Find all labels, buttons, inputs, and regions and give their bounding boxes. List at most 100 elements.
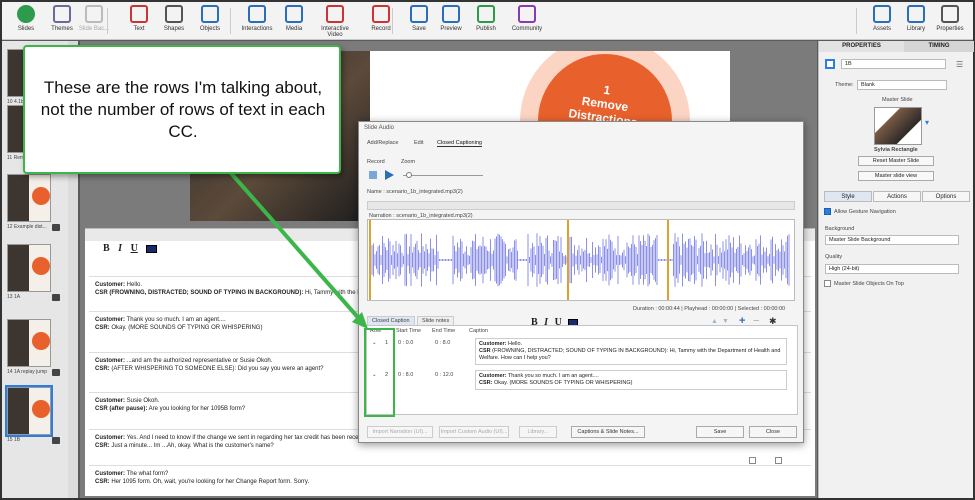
toolbar-interactive-video-button[interactable]: Interactive Video bbox=[313, 5, 357, 38]
allow-gesture-checkbox[interactable] bbox=[824, 208, 831, 215]
slide-audio-icon bbox=[52, 369, 60, 376]
thumb-disc bbox=[32, 187, 50, 205]
waveform[interactable] bbox=[367, 219, 795, 301]
annotation-text: These are the rows I'm talking about, no… bbox=[40, 78, 326, 141]
caption-end-time[interactable]: 0 : 12.0 bbox=[435, 372, 453, 378]
caption-text-field[interactable]: Customer: Thank you so much. I am an age… bbox=[475, 370, 787, 390]
record-label: Record bbox=[367, 159, 385, 165]
dialog-button-6[interactable]: Close bbox=[749, 426, 797, 438]
properties-panel: PROPERTIES TIMING 1B ☰ Theme: Blank Mast… bbox=[818, 41, 974, 498]
master-slide-view-button[interactable]: Master slide view bbox=[858, 171, 934, 181]
toolbar-community-button[interactable]: Community bbox=[505, 5, 549, 32]
annotation-callout: These are the rows I'm talking about, no… bbox=[23, 45, 341, 174]
caption-table: Row Start Time End Time Caption ⌄ 1 0 : 0.0 0 :… bbox=[366, 325, 798, 415]
bold-button[interactable]: B bbox=[103, 243, 110, 254]
move-up-icon[interactable]: ▲ bbox=[711, 318, 718, 325]
panel-menu-icon[interactable]: ☰ bbox=[956, 60, 963, 69]
slide-audio-icon bbox=[52, 294, 60, 301]
toolbar-label: Community bbox=[511, 26, 543, 32]
notes-speaker: Customer: bbox=[95, 358, 126, 364]
notes-color-swatch[interactable] bbox=[146, 244, 158, 253]
timeline-ruler[interactable] bbox=[367, 201, 795, 210]
style-tab-style[interactable]: Style bbox=[824, 191, 872, 202]
notes-text: Are you looking for her 1095B form? bbox=[147, 406, 246, 412]
reset-master-slide-button[interactable]: Reset Master Slide bbox=[858, 156, 934, 166]
palette-icon bbox=[53, 5, 71, 23]
zoom-slider[interactable] bbox=[403, 172, 483, 178]
audio-name: Name : scenario_1b_integrated.mp3(2) bbox=[367, 189, 463, 195]
toolbar-image-button[interactable]: Media bbox=[272, 5, 316, 32]
filmstrip-slide-label: 14 1A replay jump bbox=[7, 369, 48, 375]
background-select[interactable]: Master Slide Background bbox=[825, 235, 959, 245]
italic-button[interactable]: I bbox=[118, 243, 122, 254]
notes-text: (AFTER WHISPERING TO SOMEONE ELSE): Did … bbox=[109, 366, 324, 372]
caption-end-time[interactable]: 0 : 8.0 bbox=[435, 340, 450, 346]
filmstrip-slide[interactable] bbox=[7, 319, 51, 367]
slide-name-field[interactable]: 1B bbox=[841, 59, 946, 69]
filmstrip-slide[interactable] bbox=[5, 385, 53, 437]
slide-audio-icon bbox=[52, 437, 60, 444]
dialog-button-5[interactable]: Save bbox=[696, 426, 744, 438]
notes-text: The what form? bbox=[125, 471, 169, 477]
image-icon bbox=[285, 5, 303, 23]
dialog-button-4[interactable]: Captions & Slide Notes... bbox=[571, 426, 645, 438]
toolbar-objects-button[interactable]: Objects bbox=[188, 5, 232, 32]
caption-column-header: Start Time bbox=[396, 328, 422, 334]
filmstrip-slide[interactable] bbox=[7, 174, 51, 222]
notes-row[interactable]: Customer: The what form? CSR: Her 1095 fo… bbox=[89, 465, 811, 490]
notes-checkbox-2[interactable] bbox=[775, 457, 782, 464]
assets-icon bbox=[873, 5, 891, 23]
dialog-tab[interactable]: Add/Replace bbox=[367, 140, 399, 146]
dialog-button-3[interactable]: Library... bbox=[519, 426, 557, 438]
tab-properties[interactable]: PROPERTIES bbox=[819, 41, 904, 52]
caption-text-field[interactable]: Customer: Hello. CSR (FROWNING, DISTRACTE… bbox=[475, 338, 787, 365]
master-slide-thumbnail[interactable] bbox=[874, 107, 922, 145]
master-slide-chevron-icon[interactable]: ▾ bbox=[925, 118, 929, 127]
style-tab-actions[interactable]: Actions bbox=[873, 191, 921, 202]
dialog-button-2[interactable]: Import Custom Audio (UI)... bbox=[439, 426, 509, 438]
dialog-tab[interactable]: Closed Captioning bbox=[437, 140, 482, 147]
notes-line: CSR: Her 1095 form. Oh, wait, you're loo… bbox=[95, 478, 805, 486]
notes-format-bar: B I U bbox=[103, 243, 163, 254]
filmstrip-slide[interactable] bbox=[7, 244, 51, 292]
filmstrip-slide-label: 15 1B bbox=[7, 437, 21, 443]
notes-speaker: Customer: bbox=[95, 398, 126, 404]
toolbar-publish-button[interactable]: Publish bbox=[464, 5, 508, 32]
caption-start-time[interactable]: 0 : 0.0 bbox=[398, 340, 413, 346]
audio-status: Duration : 00:00:44 | Playhead : 00:00:0… bbox=[633, 306, 786, 312]
notes-speaker: CSR: bbox=[95, 443, 110, 449]
tab-timing[interactable]: TIMING bbox=[904, 41, 974, 52]
master-objects-checkbox[interactable] bbox=[824, 280, 831, 287]
style-tab-options[interactable]: Options bbox=[922, 191, 970, 202]
caption-line: Customer: Thank you so much. I am an age… bbox=[479, 373, 783, 380]
toolbar-properties-button[interactable]: Properties bbox=[928, 5, 972, 32]
save-icon bbox=[410, 5, 428, 23]
play-icon[interactable] bbox=[385, 170, 394, 180]
slide-audio-icon bbox=[52, 224, 60, 231]
filmstrip-slide-label: 13 1A bbox=[7, 294, 21, 300]
notes-text: Susie Okoh. bbox=[125, 398, 160, 404]
dialog-button-1[interactable]: Import Narration (UI)... bbox=[367, 426, 433, 438]
notes-checkbox-1[interactable] bbox=[749, 457, 756, 464]
text-icon bbox=[130, 5, 148, 23]
notes-text: Yes. And I need to know if the change we… bbox=[125, 435, 372, 441]
zoom-label: Zoom bbox=[401, 159, 416, 165]
caption-speaker: CSR: bbox=[479, 380, 493, 386]
toolbar-label: Interactive Video bbox=[321, 26, 349, 38]
thumb-disc bbox=[32, 332, 50, 350]
objects-icon bbox=[201, 5, 219, 23]
caption-line: Customer: Hello. bbox=[479, 341, 783, 348]
dialog-tab[interactable]: Edit bbox=[414, 140, 423, 146]
main-toolbar: Slides Themes Slide Bac... Text Shapes Object… bbox=[2, 2, 973, 40]
theme-select[interactable]: Blank bbox=[857, 80, 947, 90]
toolbar-slide-background-button[interactable]: Slide Bac... bbox=[72, 5, 116, 32]
master-objects-label: Master Slide Objects On Top bbox=[834, 281, 904, 287]
move-down-icon[interactable]: ▼ bbox=[722, 318, 729, 325]
background-label: Background bbox=[825, 226, 855, 232]
quality-select[interactable]: High (24-bit) bbox=[825, 264, 959, 274]
caption-start-time[interactable]: 0 : 8.0 bbox=[398, 372, 413, 378]
underline-button[interactable]: U bbox=[131, 243, 138, 254]
stop-icon[interactable] bbox=[369, 171, 377, 179]
row-column-highlight bbox=[364, 328, 395, 417]
caption-speaker: Customer: bbox=[479, 341, 507, 347]
